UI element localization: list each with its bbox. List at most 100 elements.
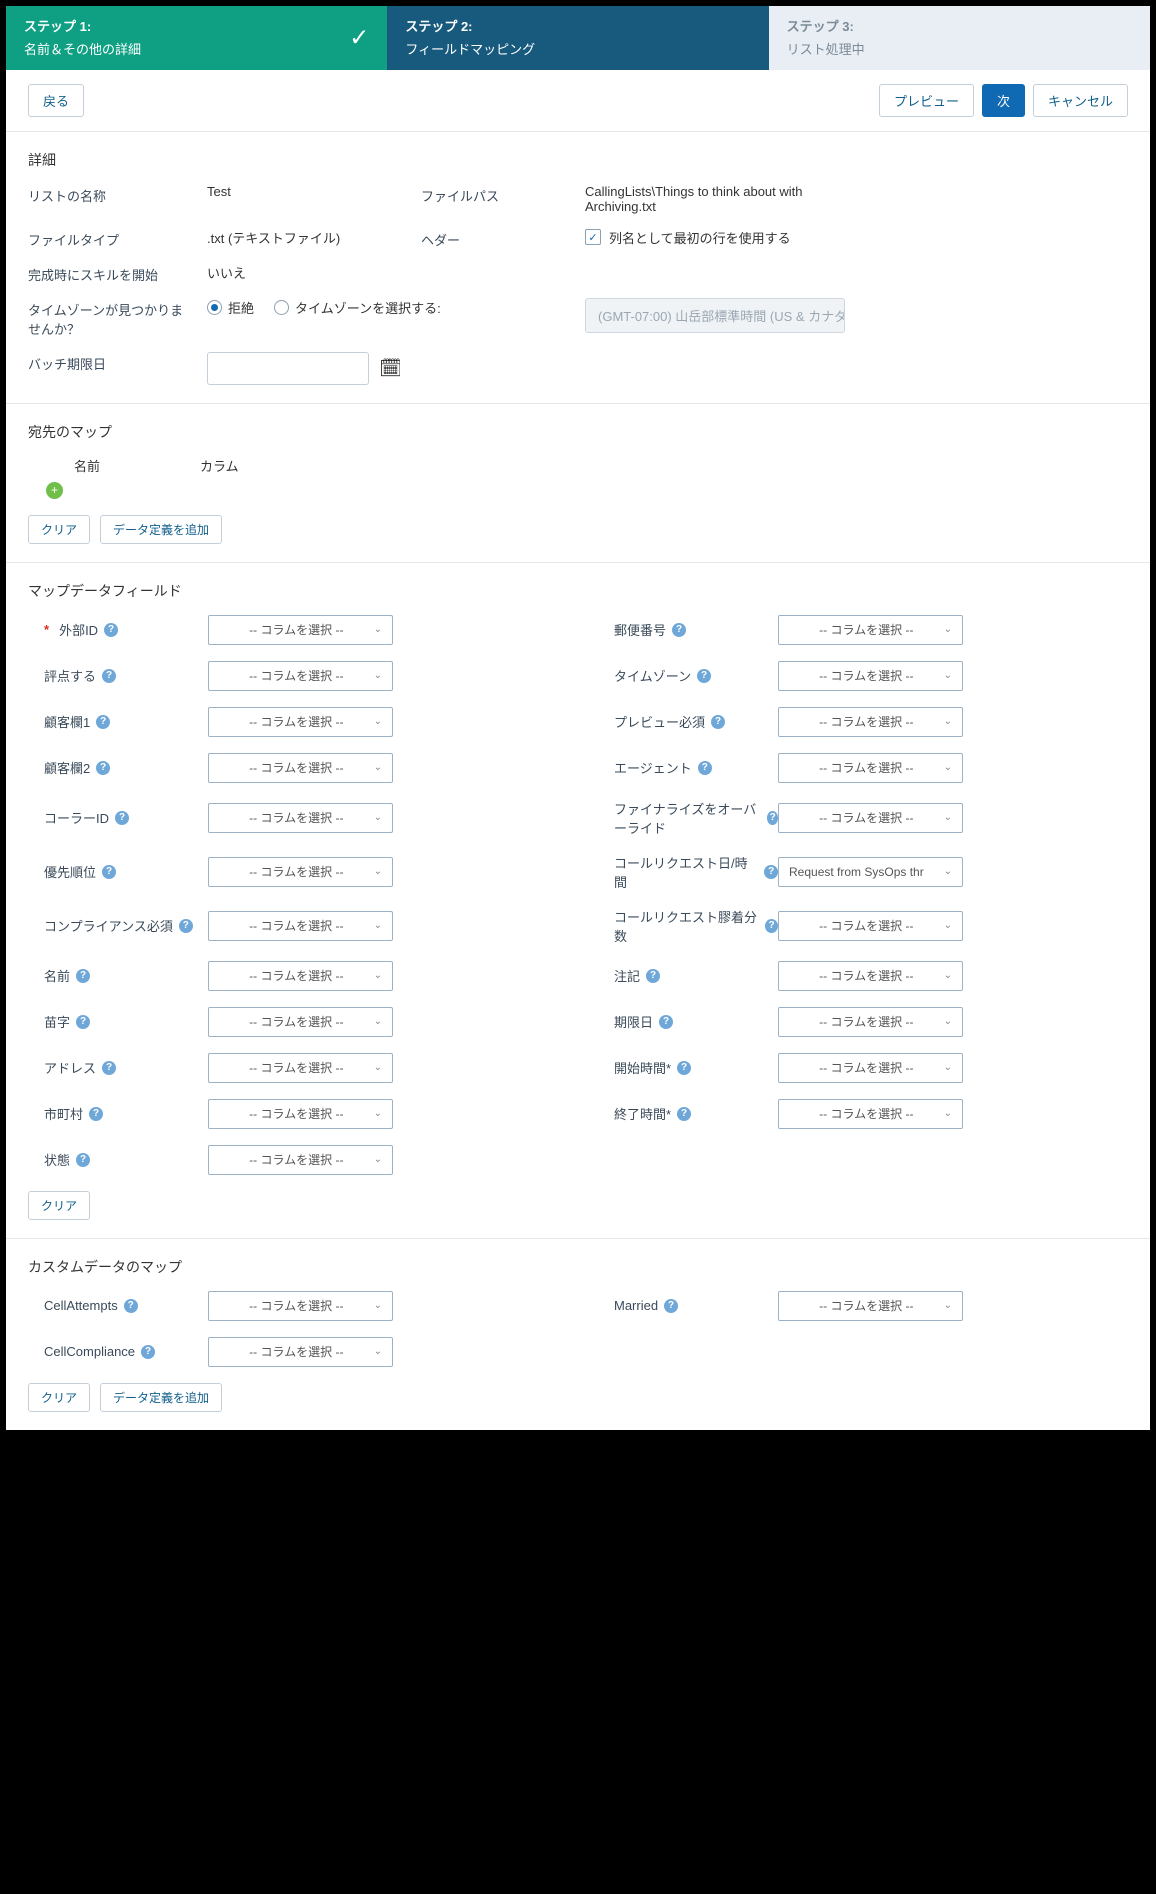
help-icon[interactable]: ? — [102, 1061, 116, 1075]
details-title: 詳細 — [28, 150, 1128, 170]
column-select[interactable]: -- コラムを選択 --⌄ — [778, 1007, 963, 1037]
chevron-down-icon: ⌄ — [374, 624, 382, 635]
map-field-label: 状態? — [28, 1150, 208, 1169]
destination-map-title: 宛先のマップ — [28, 422, 1128, 442]
column-select[interactable]: -- コラムを選択 --⌄ — [208, 1337, 393, 1367]
help-icon[interactable]: ? — [677, 1107, 691, 1121]
next-button[interactable]: 次 — [982, 84, 1025, 117]
batch-deadline-input[interactable] — [207, 352, 369, 385]
help-icon[interactable]: ? — [96, 761, 110, 775]
back-button[interactable]: 戻る — [28, 84, 84, 117]
map-row: 期限日?-- コラムを選択 --⌄ — [598, 1007, 1128, 1037]
map-row: コーラーID?-- コラムを選択 --⌄ — [28, 799, 558, 837]
map-field-label: 市町村? — [28, 1104, 208, 1123]
header-checkbox[interactable]: ✓ — [585, 229, 601, 245]
dest-add-def-button[interactable]: データ定義を追加 — [100, 515, 222, 544]
column-select[interactable]: -- コラムを選択 --⌄ — [778, 911, 963, 941]
chevron-down-icon: ⌄ — [374, 866, 382, 877]
column-select[interactable]: -- コラムを選択 --⌄ — [778, 803, 963, 833]
column-select[interactable]: -- コラムを選択 --⌄ — [208, 753, 393, 783]
step-2[interactable]: ステップ 2: フィールドマッピング — [387, 6, 768, 70]
map-row: 名前?-- コラムを選択 --⌄ — [28, 961, 558, 991]
column-select[interactable]: -- コラムを選択 --⌄ — [778, 1053, 963, 1083]
dest-col-column: カラム — [200, 456, 239, 475]
help-icon[interactable]: ? — [677, 1061, 691, 1075]
help-icon[interactable]: ? — [765, 919, 778, 933]
custom-add-def-button[interactable]: データ定義を追加 — [100, 1383, 222, 1412]
map-row: コールリクエスト膠着分数?-- コラムを選択 --⌄ — [598, 907, 1128, 945]
map-clear-button[interactable]: クリア — [28, 1191, 90, 1220]
map-field-label: 苗字? — [28, 1012, 208, 1031]
preview-button[interactable]: プレビュー — [879, 84, 974, 117]
column-select[interactable]: -- コラムを選択 --⌄ — [208, 1291, 393, 1321]
help-icon[interactable]: ? — [664, 1299, 678, 1313]
column-select[interactable]: -- コラムを選択 --⌄ — [778, 1099, 963, 1129]
column-select[interactable]: -- コラムを選択 --⌄ — [778, 1291, 963, 1321]
radio-reject-label: 拒絶 — [228, 298, 254, 317]
help-icon[interactable]: ? — [115, 811, 129, 825]
column-select[interactable]: -- コラムを選択 --⌄ — [208, 1145, 393, 1175]
chevron-down-icon: ⌄ — [944, 866, 952, 877]
help-icon[interactable]: ? — [124, 1299, 138, 1313]
chevron-down-icon: ⌄ — [944, 920, 952, 931]
column-select[interactable]: Request from SysOps thr⌄ — [778, 857, 963, 887]
chevron-down-icon: ⌄ — [944, 1062, 952, 1073]
help-icon[interactable]: ? — [698, 761, 712, 775]
column-select[interactable]: -- コラムを選択 --⌄ — [208, 661, 393, 691]
help-icon[interactable]: ? — [76, 969, 90, 983]
help-icon[interactable]: ? — [179, 919, 193, 933]
column-select[interactable]: -- コラムを選択 --⌄ — [778, 615, 963, 645]
map-fields-section: マップデータフィールド *外部ID?-- コラムを選択 --⌄郵便番号?-- コ… — [6, 563, 1150, 1239]
help-icon[interactable]: ? — [646, 969, 660, 983]
calendar-icon[interactable]: 🗓 — [379, 358, 402, 379]
column-select[interactable]: -- コラムを選択 --⌄ — [778, 707, 963, 737]
wizard-steps: ステップ 1: 名前＆その他の詳細 ✓ ステップ 2: フィールドマッピング ス… — [6, 6, 1150, 70]
help-icon[interactable]: ? — [764, 865, 778, 879]
map-row: *外部ID?-- コラムを選択 --⌄ — [28, 615, 558, 645]
column-select[interactable]: -- コラムを選択 --⌄ — [778, 661, 963, 691]
help-icon[interactable]: ? — [96, 715, 110, 729]
map-row: 苗字?-- コラムを選択 --⌄ — [28, 1007, 558, 1037]
chevron-down-icon: ⌄ — [374, 812, 382, 823]
add-destination-button[interactable]: + — [46, 482, 63, 499]
column-select[interactable]: -- コラムを選択 --⌄ — [208, 1053, 393, 1083]
map-field-label: CellAttempts? — [28, 1298, 208, 1313]
help-icon[interactable]: ? — [104, 623, 118, 637]
step-3[interactable]: ステップ 3: リスト処理中 — [769, 6, 1150, 70]
column-select[interactable]: -- コラムを選択 --⌄ — [208, 707, 393, 737]
help-icon[interactable]: ? — [697, 669, 711, 683]
help-icon[interactable]: ? — [102, 669, 116, 683]
help-icon[interactable]: ? — [141, 1345, 155, 1359]
help-icon[interactable]: ? — [659, 1015, 673, 1029]
radio-select-tz[interactable] — [274, 300, 289, 315]
column-select[interactable]: -- コラムを選択 --⌄ — [208, 1099, 393, 1129]
column-select[interactable]: -- コラムを選択 --⌄ — [208, 961, 393, 991]
help-icon[interactable]: ? — [89, 1107, 103, 1121]
help-icon[interactable]: ? — [102, 865, 116, 879]
custom-clear-button[interactable]: クリア — [28, 1383, 90, 1412]
radio-reject[interactable] — [207, 300, 222, 315]
dest-col-name: 名前 — [74, 456, 100, 475]
chevron-down-icon: ⌄ — [944, 716, 952, 727]
help-icon[interactable]: ? — [76, 1015, 90, 1029]
map-field-label: タイムゾーン? — [598, 666, 778, 685]
step-1[interactable]: ステップ 1: 名前＆その他の詳細 ✓ — [6, 6, 387, 70]
step-3-title: ステップ 3: — [787, 16, 1132, 35]
tz-missing-label: タイムゾーンが見つかりませんか？ — [28, 298, 193, 338]
help-icon[interactable]: ? — [76, 1153, 90, 1167]
column-select[interactable]: -- コラムを選択 --⌄ — [778, 961, 963, 991]
help-icon[interactable]: ? — [672, 623, 686, 637]
column-select[interactable]: -- コラムを選択 --⌄ — [208, 1007, 393, 1037]
column-select[interactable]: -- コラムを選択 --⌄ — [208, 911, 393, 941]
column-select[interactable]: -- コラムを選択 --⌄ — [208, 803, 393, 833]
column-select[interactable]: -- コラムを選択 --⌄ — [778, 753, 963, 783]
dest-clear-button[interactable]: クリア — [28, 515, 90, 544]
column-select[interactable]: -- コラムを選択 --⌄ — [208, 615, 393, 645]
tz-disabled-select: (GMT-07:00) 山岳部標準時間 (US & カナダ — [585, 298, 845, 333]
help-icon[interactable]: ? — [711, 715, 725, 729]
map-field-label: 顧客欄2? — [28, 758, 208, 777]
cancel-button[interactable]: キャンセル — [1033, 84, 1128, 117]
help-icon[interactable]: ? — [767, 811, 778, 825]
map-row: Married?-- コラムを選択 --⌄ — [598, 1291, 1128, 1321]
column-select[interactable]: -- コラムを選択 --⌄ — [208, 857, 393, 887]
